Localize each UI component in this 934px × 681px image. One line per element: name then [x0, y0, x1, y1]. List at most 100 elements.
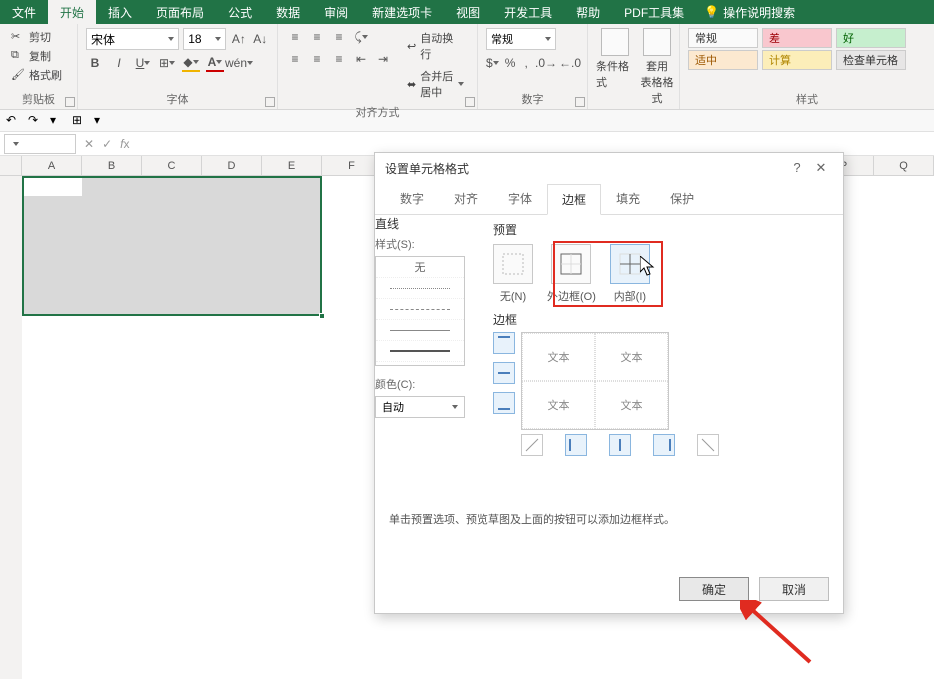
tab-insert[interactable]: 插入: [96, 0, 144, 24]
col-F[interactable]: F: [322, 156, 382, 175]
col-C[interactable]: C: [142, 156, 202, 175]
col-B[interactable]: B: [82, 156, 142, 175]
tab-home[interactable]: 开始: [48, 0, 96, 24]
clipboard-launcher[interactable]: [65, 97, 75, 107]
font-color-button[interactable]: A: [206, 54, 224, 72]
merge-center-button[interactable]: ⬌ 合并后居中: [402, 66, 469, 102]
italic-button[interactable]: I: [110, 54, 128, 72]
fill-color-button[interactable]: ◆: [182, 54, 200, 72]
grow-font-button[interactable]: A↑: [230, 30, 247, 48]
qat-btn-2[interactable]: ⊞: [72, 113, 88, 129]
align-middle-button[interactable]: ≡: [308, 28, 326, 46]
redo-button[interactable]: ↷: [28, 113, 44, 129]
bold-button[interactable]: B: [86, 54, 104, 72]
currency-button[interactable]: $: [486, 54, 499, 72]
align-bottom-button[interactable]: ≡: [330, 28, 348, 46]
undo-button[interactable]: ↶: [6, 113, 22, 129]
align-left-button[interactable]: ≡: [286, 50, 304, 68]
border-preview[interactable]: 文本 文本 文本 文本: [521, 332, 669, 430]
underline-button[interactable]: U: [134, 54, 152, 72]
dlg-tab-fill[interactable]: 填充: [601, 183, 655, 214]
select-all-corner[interactable]: [0, 156, 22, 175]
tab-formulas[interactable]: 公式: [216, 0, 264, 24]
style-good[interactable]: 好: [836, 28, 906, 48]
selection-handle[interactable]: [319, 313, 325, 319]
indent-inc-button[interactable]: ⇥: [374, 50, 392, 68]
tab-view[interactable]: 视图: [444, 0, 492, 24]
cut-button[interactable]: ✂ 剪切: [8, 28, 69, 46]
tell-me-search[interactable]: 💡 操作说明搜索: [704, 0, 795, 24]
tab-review[interactable]: 审阅: [312, 0, 360, 24]
percent-button[interactable]: %: [505, 54, 516, 72]
border-left-button[interactable]: [565, 434, 587, 456]
style-none-option[interactable]: 无: [376, 257, 464, 278]
border-vmiddle-button[interactable]: [609, 434, 631, 456]
dialog-titlebar[interactable]: 设置单元格格式 ? ✕: [375, 153, 843, 183]
preset-none-button[interactable]: [493, 244, 533, 284]
dlg-tab-number[interactable]: 数字: [385, 183, 439, 214]
border-button[interactable]: ⊞: [158, 54, 176, 72]
align-launcher[interactable]: [465, 97, 475, 107]
indent-dec-button[interactable]: ⇤: [352, 50, 370, 68]
col-Q[interactable]: Q: [874, 156, 934, 175]
font-name-selector[interactable]: 宋体: [86, 28, 179, 50]
tab-file[interactable]: 文件: [0, 0, 48, 24]
col-D[interactable]: D: [202, 156, 262, 175]
ok-button[interactable]: 确定: [679, 577, 749, 601]
border-top-button[interactable]: [493, 332, 515, 354]
style-opt-2[interactable]: [376, 299, 464, 320]
col-A[interactable]: A: [22, 156, 82, 175]
border-diag-up-button[interactable]: [521, 434, 543, 456]
font-size-selector[interactable]: 18: [183, 28, 226, 50]
tab-pdf[interactable]: PDF工具集: [612, 0, 696, 24]
line-style-list[interactable]: 无: [375, 256, 465, 366]
number-format-selector[interactable]: 常规: [486, 28, 556, 50]
format-painter-button[interactable]: 🖌 格式刷: [8, 66, 69, 84]
phonetic-button[interactable]: wén: [230, 54, 248, 72]
style-neutral[interactable]: 适中: [688, 50, 758, 70]
border-hmiddle-button[interactable]: [493, 362, 515, 384]
style-opt-4[interactable]: [376, 341, 464, 362]
conditional-format-button[interactable]: 条件格式: [596, 28, 634, 106]
dlg-tab-border[interactable]: 边框: [547, 184, 601, 215]
dialog-help-button[interactable]: ?: [785, 160, 809, 176]
confirm-formula-icon[interactable]: ✓: [102, 137, 112, 151]
tab-new[interactable]: 新建选项卡: [360, 0, 444, 24]
orientation-button[interactable]: ⤹: [352, 28, 370, 46]
cancel-button[interactable]: 取消: [759, 577, 829, 601]
increase-decimal-button[interactable]: .0→: [537, 54, 555, 72]
dialog-close-button[interactable]: ✕: [809, 160, 833, 176]
align-right-button[interactable]: ≡: [330, 50, 348, 68]
font-launcher[interactable]: [265, 97, 275, 107]
border-right-button[interactable]: [653, 434, 675, 456]
dlg-tab-protect[interactable]: 保护: [655, 183, 709, 214]
wrap-text-button[interactable]: ↩ 自动换行: [402, 28, 469, 64]
preset-inside-button[interactable]: [610, 244, 650, 284]
preset-outline-button[interactable]: [551, 244, 591, 284]
align-center-button[interactable]: ≡: [308, 50, 326, 68]
cancel-formula-icon[interactable]: ✕: [84, 137, 94, 151]
tab-help[interactable]: 帮助: [564, 0, 612, 24]
dlg-tab-font[interactable]: 字体: [493, 183, 547, 214]
border-color-selector[interactable]: 自动: [375, 396, 465, 418]
style-calc[interactable]: 计算: [762, 50, 832, 70]
style-bad[interactable]: 差: [762, 28, 832, 48]
col-E[interactable]: E: [262, 156, 322, 175]
tab-data[interactable]: 数据: [264, 0, 312, 24]
tab-page-layout[interactable]: 页面布局: [144, 0, 216, 24]
style-opt-1[interactable]: [376, 278, 464, 299]
border-diag-down-button[interactable]: [697, 434, 719, 456]
qat-btn-3[interactable]: ▾: [94, 113, 110, 129]
tab-devtools[interactable]: 开发工具: [492, 0, 564, 24]
name-box[interactable]: [4, 134, 76, 154]
border-bottom-button[interactable]: [493, 392, 515, 414]
decrease-decimal-button[interactable]: ←.0: [561, 54, 579, 72]
align-top-button[interactable]: ≡: [286, 28, 304, 46]
copy-button[interactable]: ⧉ 复制: [8, 47, 69, 65]
style-normal[interactable]: 常规: [688, 28, 758, 48]
qat-btn-1[interactable]: ▾: [50, 113, 66, 129]
number-launcher[interactable]: [575, 97, 585, 107]
format-as-table-button[interactable]: 套用 表格格式: [638, 28, 676, 106]
style-opt-3[interactable]: [376, 320, 464, 341]
dlg-tab-align[interactable]: 对齐: [439, 183, 493, 214]
